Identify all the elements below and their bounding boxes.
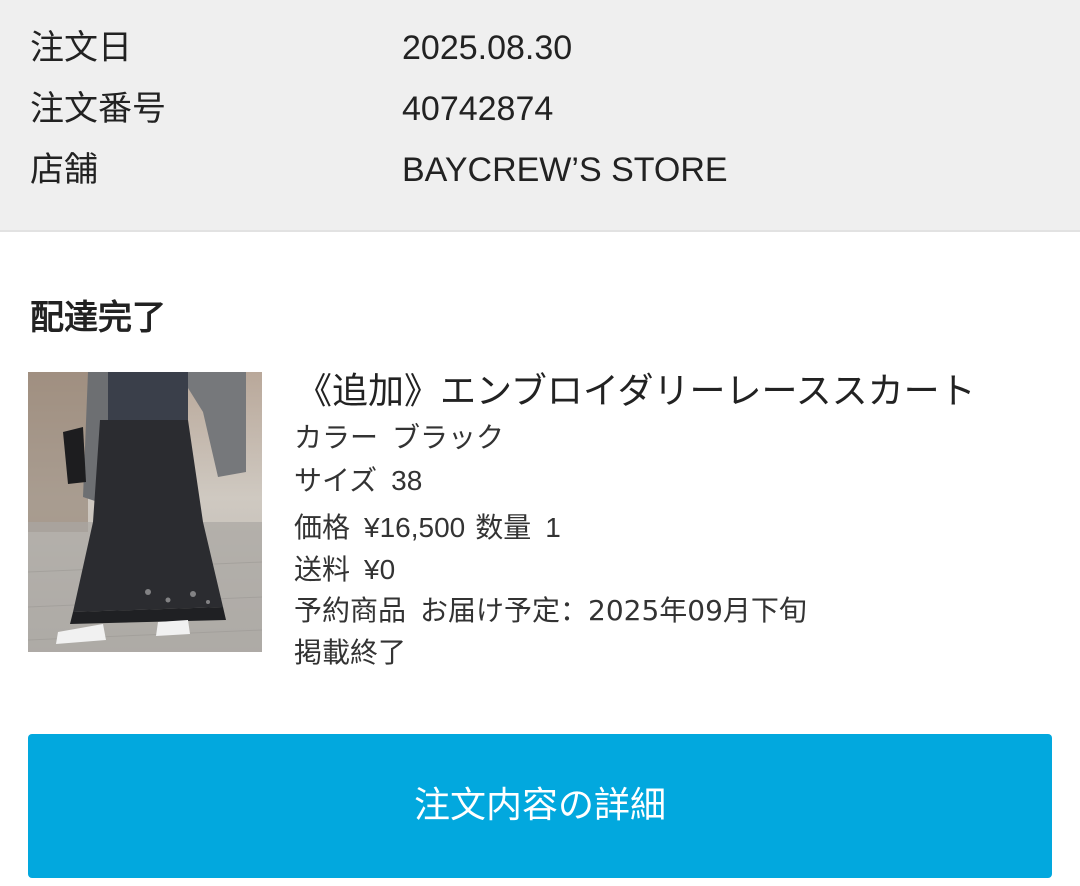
size-value: 38: [391, 465, 423, 496]
product-name[interactable]: 《追加》エンブロイダリーレーススカート: [296, 368, 976, 416]
order-date-label: 注文日: [30, 28, 132, 68]
product-size: サイズ 38: [294, 461, 422, 501]
order-date-value: 2025.08.30: [402, 29, 573, 67]
order-number-row: 注文番号 40742874: [0, 79, 1080, 139]
order-date-row: 注文日 2025.08.30: [0, 18, 1080, 78]
order-summary-panel: 注文日 2025.08.30 注文番号 40742874 店舗 BAYCREW’…: [0, 0, 1080, 232]
quantity-label: 数量: [475, 511, 532, 544]
reservation-label: 予約商品: [294, 594, 407, 627]
listing-status: 掲載終了: [294, 636, 407, 669]
product-color: カラー ブラック: [294, 418, 504, 458]
color-label: カラー: [294, 421, 379, 454]
price-value: ¥16,500: [364, 512, 466, 543]
delivery-schedule: お届け予定：2025年09月下旬: [420, 594, 807, 627]
shipping-value: ¥0: [364, 554, 396, 585]
store-value: BAYCREW’S STORE: [402, 151, 728, 189]
product-photo-icon[interactable]: [28, 372, 262, 652]
size-label: サイズ: [294, 464, 378, 497]
color-value: ブラック: [392, 421, 505, 454]
shipping-fee: 送料 ¥0: [294, 550, 395, 590]
price-label: 価格: [294, 511, 351, 544]
delivery-status: 配達完了: [30, 298, 166, 338]
store-row: 店舗 BAYCREW’S STORE: [0, 140, 1080, 200]
order-detail-button[interactable]: 注文内容の詳細: [28, 734, 1052, 878]
shipping-label: 送料: [294, 553, 351, 586]
order-number-label: 注文番号: [30, 89, 166, 129]
quantity-value: 1: [545, 512, 561, 543]
store-label: 店舗: [30, 150, 98, 190]
reservation-info: 予約商品 お届け予定：2025年09月下旬: [294, 591, 807, 631]
order-number-value: 40742874: [402, 90, 554, 128]
product-price-quantity: 価格 ¥16,500 数量 1: [294, 508, 561, 548]
